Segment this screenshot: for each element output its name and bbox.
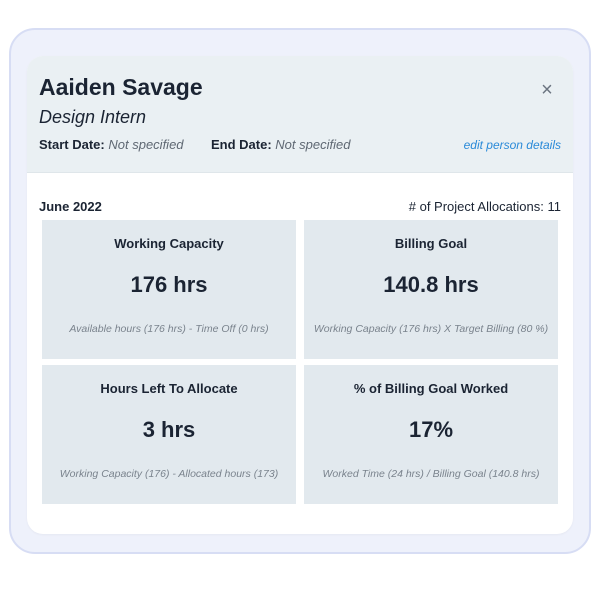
- tile-value: 176 hrs: [130, 272, 208, 297]
- start-date-label: Start Date:: [39, 137, 105, 152]
- project-allocations-count: # of Project Allocations: 11: [408, 199, 561, 214]
- tile-title: % of Billing Goal Worked: [353, 381, 509, 396]
- person-header: Aaiden Savage Design Intern × Start Date…: [27, 56, 573, 173]
- start-date-value: Not specified: [108, 137, 184, 152]
- billing-goal-tile: Billing Goal 140.8 hrs Working Capacity …: [304, 220, 558, 359]
- working-capacity-tile: Working Capacity 176 hrs Available hours…: [42, 220, 296, 359]
- tile-title: Hours Left To Allocate: [100, 381, 238, 396]
- person-role: Design Intern: [39, 107, 147, 127]
- close-icon[interactable]: ×: [535, 78, 559, 102]
- tile-value: 17%: [408, 417, 454, 442]
- end-date: End Date: Not specified: [211, 137, 350, 152]
- edit-person-details-link[interactable]: edit person details: [464, 138, 561, 152]
- tile-title: Working Capacity: [114, 236, 224, 251]
- person-details-card: Aaiden Savage Design Intern × Start Date…: [27, 56, 573, 534]
- tile-value: 140.8 hrs: [383, 272, 479, 297]
- end-date-label: End Date:: [211, 137, 272, 152]
- tile-formula: Available hours (176 hrs) - Time Off (0 …: [69, 323, 269, 335]
- tile-formula: Worked Time (24 hrs) / Billing Goal (140…: [322, 468, 540, 480]
- end-date-value: Not specified: [275, 137, 351, 152]
- tile-title: Billing Goal: [394, 236, 468, 251]
- tile-formula: Working Capacity (176 hrs) X Target Bill…: [313, 323, 549, 335]
- person-name: Aaiden Savage: [39, 74, 203, 100]
- hours-left-tile: Hours Left To Allocate 3 hrs Working Cap…: [42, 365, 296, 504]
- billing-goal-worked-tile: % of Billing Goal Worked 17% Worked Time…: [304, 365, 558, 504]
- start-date: Start Date: Not specified: [39, 137, 184, 152]
- tile-formula: Working Capacity (176) - Allocated hours…: [59, 468, 279, 480]
- tile-value: 3 hrs: [142, 417, 196, 442]
- month-label: June 2022: [39, 199, 102, 214]
